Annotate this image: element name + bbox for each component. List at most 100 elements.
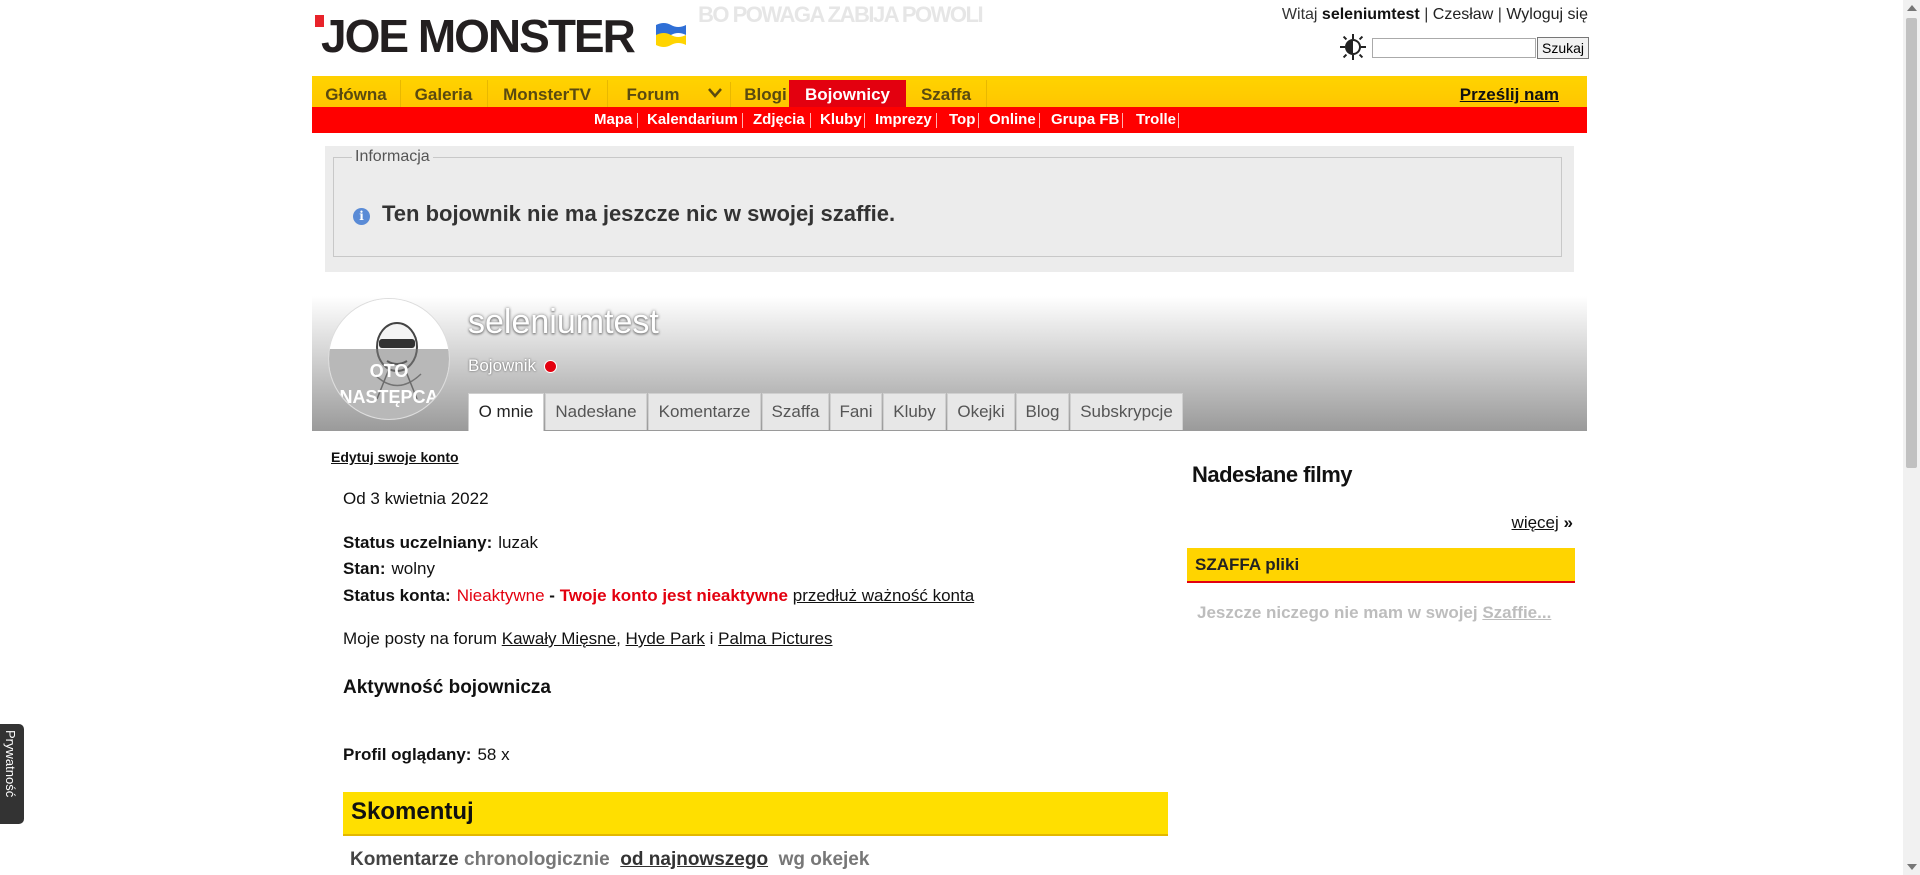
more-link[interactable]: więcej [1512, 513, 1559, 532]
sub-navigation: Mapa Kalendarium Zdjęcia Kluby Imprezy T… [312, 107, 1587, 133]
more-arrow: » [1563, 513, 1573, 532]
subnav-separator [978, 113, 979, 128]
tab-kluby[interactable]: Kluby [883, 393, 946, 430]
search-button[interactable]: Szukaj [1537, 37, 1589, 59]
subnav-item-zdjecia[interactable]: Zdjęcia [753, 107, 805, 133]
views-label: Profil oglądany: [343, 745, 472, 764]
szaffa-link[interactable]: Szaffie... [1482, 603, 1551, 622]
subnav-item-trolle[interactable]: Trolle [1136, 107, 1176, 133]
comment-heading: Skomentuj [351, 798, 474, 825]
privacy-label: Prywatność [3, 730, 18, 798]
avatar[interactable]: OTO NASTĘPCA [328, 298, 450, 420]
chevron-down-icon[interactable] [700, 82, 731, 108]
comment-sort-bar: Komentarze chronologicznie od najnowszeg… [350, 849, 869, 871]
subnav-separator [864, 113, 865, 128]
logout-link[interactable]: Wyloguj się [1506, 6, 1588, 23]
subnav-separator [1122, 113, 1123, 128]
separator: | [1497, 6, 1502, 23]
nav-item-szaffa[interactable]: Szaffa [906, 80, 987, 110]
theme-toggle-icon[interactable] [1340, 34, 1366, 60]
current-username: seleniumtest [1321, 6, 1420, 23]
sort-newest[interactable]: od najnowszego [620, 849, 768, 870]
nav-item-forum[interactable]: Forum [607, 80, 699, 110]
tab-blog[interactable]: Blog [1016, 393, 1069, 430]
tab-okejki[interactable]: Okejki [947, 393, 1015, 430]
sort-by-okejki[interactable]: wg okejek [779, 849, 870, 870]
forum-link-hyde-park[interactable]: Hyde Park [626, 629, 705, 648]
subnav-separator [936, 113, 937, 128]
avatar-caption-line2: NASTĘPCA [339, 387, 438, 407]
status-label: Status uczelniany: [343, 533, 493, 552]
szaffa-empty-text: Jeszcze niczego nie mam w swojej [1197, 603, 1478, 622]
info-legend: Informacja [355, 148, 430, 165]
subnav-separator [1039, 113, 1040, 128]
subnav-separator [637, 113, 638, 128]
forum-link-kawaly-miesne[interactable]: Kawały Mięsne [502, 629, 616, 648]
scroll-up-arrow-icon[interactable] [1907, 5, 1917, 11]
member-since: Od 3 kwietnia 2022 [343, 489, 489, 508]
page-scrollbar[interactable] [1903, 0, 1920, 875]
scrollbar-thumb[interactable] [1906, 18, 1917, 468]
tab-komentarze[interactable]: Komentarze [648, 393, 761, 430]
avatar-image: OTO NASTĘPCA [329, 299, 449, 419]
comma: , [616, 629, 621, 648]
send-us-link[interactable]: Prześlij nam [1460, 80, 1559, 110]
avatar-caption-line1: OTO [370, 361, 409, 381]
subnav-item-kalendarium[interactable]: Kalendarium [647, 107, 738, 133]
edit-account-link[interactable]: Edytuj swoje konto [331, 449, 459, 465]
info-icon: i [353, 208, 370, 225]
nav-item-bojownicy[interactable]: Bojownicy [789, 80, 906, 110]
status-uczelniany-row: Status uczelniany: luzak [343, 533, 538, 553]
greeting-text: Witaj [1281, 6, 1318, 23]
profile-rank: Bojownik [468, 356, 537, 375]
szaffa-empty-message: Jeszcze niczego nie mam w swojej Szaffie… [1197, 603, 1567, 623]
privacy-tab[interactable]: Prywatność [0, 724, 24, 824]
sort-chronological[interactable]: chronologicznie [464, 849, 610, 870]
subnav-item-imprezy[interactable]: Imprezy [875, 107, 932, 133]
account-label: Status konta: [343, 586, 451, 605]
tab-szaffa[interactable]: Szaffa [762, 393, 829, 430]
subnav-item-online[interactable]: Online [989, 107, 1036, 133]
scroll-down-arrow-icon[interactable] [1907, 864, 1917, 870]
site-slogan: BO POWAGA ZABIJA POWOLI [698, 2, 984, 27]
subnav-item-top[interactable]: Top [949, 107, 975, 133]
logo-text: JOE MONSTER [321, 10, 636, 62]
user-bar: Witaj seleniumtest | Czesław | Wyloguj s… [1282, 6, 1588, 24]
tab-fani[interactable]: Fani [830, 393, 882, 430]
forum-posts-prefix: Moje posty na forum [343, 629, 498, 648]
separator: | [1424, 6, 1429, 23]
search-input[interactable] [1372, 38, 1536, 58]
tab-o-mnie[interactable]: O mnie [468, 393, 544, 431]
nav-item-monstertv[interactable]: MonsterTV [487, 80, 608, 110]
nav-item-glowna[interactable]: Główna [312, 80, 401, 110]
activity-heading: Aktywność bojownicza [343, 677, 551, 698]
more-row: więcej » [1512, 513, 1573, 533]
account-dash: - [549, 586, 555, 605]
extend-account-link[interactable]: przedłuż ważność konta [793, 586, 974, 605]
state-label: Stan: [343, 559, 386, 578]
forum-posts-row: Moje posty na forum Kawały Mięsne, Hyde … [343, 629, 833, 649]
profile-name-link[interactable]: Czesław [1433, 6, 1493, 23]
subnav-item-mapa[interactable]: Mapa [594, 107, 632, 133]
account-inactive-warning: Twoje konto jest nieaktywne [559, 586, 788, 605]
subnav-item-grupa-fb[interactable]: Grupa FB [1051, 107, 1119, 133]
subnav-item-kluby[interactable]: Kluby [820, 107, 862, 133]
account-status-row: Status konta: Nieaktywne - Twoje konto je… [343, 586, 974, 606]
ukraine-flag-icon [656, 23, 686, 47]
views-value: 58 x [477, 745, 510, 764]
forum-link-palma-pictures[interactable]: Palma Pictures [718, 629, 832, 648]
nav-item-galeria[interactable]: Galeria [400, 80, 488, 110]
tab-subskrypcje[interactable]: Subskrypcje [1070, 393, 1183, 430]
account-status-value: Nieaktywne [456, 586, 545, 605]
conjunction: i [709, 629, 714, 648]
tab-nadeslane[interactable]: Nadesłane [545, 393, 647, 430]
stan-row: Stan: wolny [343, 559, 435, 579]
sort-label: Komentarze [350, 849, 459, 870]
main-navigation: Główna Galeria MonsterTV Forum Blogi Boj… [312, 76, 1587, 110]
subnav-separator [742, 113, 743, 128]
joe-monster-logo[interactable]: JOE MONSTER [313, 13, 693, 59]
submitted-films-heading: Nadesłane filmy [1192, 462, 1353, 487]
subnav-separator [810, 113, 811, 128]
profile-username: seleniumtest [468, 303, 659, 341]
offline-status-dot [544, 360, 557, 373]
